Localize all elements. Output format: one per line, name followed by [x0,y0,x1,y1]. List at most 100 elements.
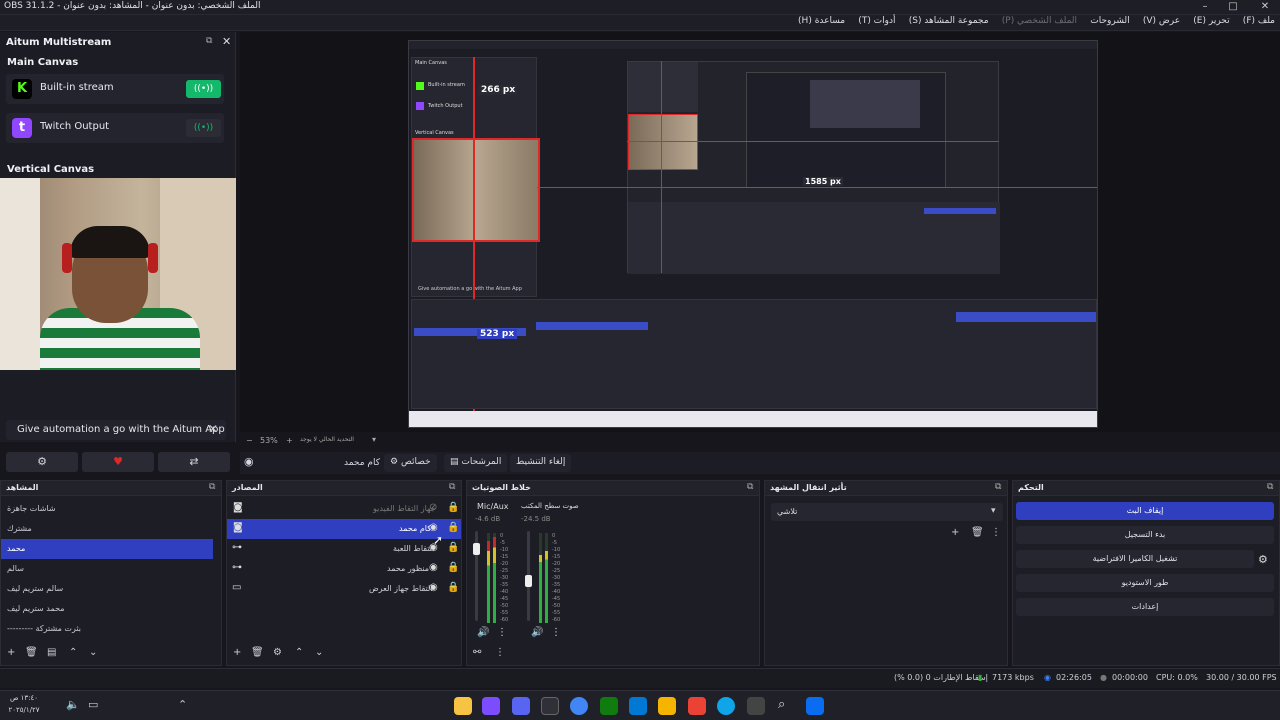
properties-button[interactable]: ⚙ خصائص [384,454,437,472]
zoom-out-icon[interactable]: − [246,436,253,445]
filters-button[interactable]: ▤ المرشحات [444,454,508,472]
menu-scene-collection[interactable]: مجموعة المشاهد (S) [904,15,994,27]
stream-toggle-button[interactable]: ((•)) [186,80,221,98]
lock-icon[interactable]: 🔒 [447,522,459,533]
app-icon[interactable] [747,697,765,715]
menu-view[interactable]: عرض (V) [1138,15,1185,27]
eye-icon[interactable]: ◉ [429,522,438,533]
scene-item[interactable]: --------- بثرت مشتركة [1,619,213,639]
volume-slider-handle[interactable] [473,543,480,555]
add-icon[interactable]: + [7,647,15,658]
stop-streaming-button[interactable]: إيقاف البث [1016,502,1274,520]
zoom-in-icon[interactable]: + [286,436,293,445]
aitum-share-button[interactable]: ⇄ [158,452,230,472]
eye-icon[interactable]: ◉ [429,562,438,573]
float-icon[interactable]: ⧉ [1267,482,1273,492]
windows-start-icon[interactable] [806,697,824,715]
float-icon[interactable]: ⧉ [209,482,215,492]
deactivate-button[interactable]: إلغاء التنشيط [510,454,572,472]
source-item[interactable]: ◙ جهاز التقاط الفيديو ⊘ 🔒 [227,499,461,519]
app-icon[interactable] [482,697,500,715]
volume-slider-handle[interactable] [525,575,532,587]
float-icon[interactable]: ⧉ [206,36,212,46]
source-item[interactable]: ⊶ التقاط اللعبة ◉ 🔒 [227,539,461,559]
menu-tools[interactable]: أدوات (T) [853,15,900,27]
chevron-down-icon[interactable]: ▾ [372,435,376,444]
settings-button[interactable]: إعدادات [1016,598,1274,616]
aitum-donate-button[interactable]: ♥ [82,452,154,472]
discord-icon[interactable] [512,697,530,715]
network-icon[interactable]: ▭ [88,698,98,711]
lock-icon[interactable]: 🔒 [447,562,459,573]
inner-webcam [412,138,540,242]
more-options-icon[interactable]: ⋮ [497,627,507,638]
close-dock-icon[interactable]: ✕ [222,35,231,48]
more-options-icon[interactable]: ⋮ [495,647,505,658]
menu-docks[interactable]: الشروحات [1085,15,1134,27]
scene-item[interactable]: سالم ستريم ليف [1,579,213,599]
source-item[interactable]: ⊶ منظور محمد ◉ 🔒 [227,559,461,579]
preview-screen-capture: Main Canvas Built-in stream Twitch Outpu… [408,40,1098,428]
gear-icon: ⚙ [37,455,47,468]
eye-icon[interactable]: ◉ [429,582,438,593]
close-icon[interactable]: ✕ [1256,1,1274,14]
gear-icon[interactable]: ⚙ [273,647,282,658]
chevron-up-icon[interactable]: ⌃ [178,698,187,711]
float-icon[interactable]: ⧉ [449,482,455,492]
scene-item[interactable]: شاشات جاهزة [1,499,213,519]
more-options-icon[interactable]: ⋮ [991,527,1001,538]
folder-icon[interactable] [658,697,676,715]
trash-icon[interactable]: 🗑 [971,527,984,538]
float-icon[interactable]: ⧉ [747,482,753,492]
speaker-icon[interactable]: 🔊 [477,627,489,638]
app-icon[interactable] [454,697,472,715]
chrome-icon[interactable] [570,697,588,715]
more-options-icon[interactable]: ⋮ [551,627,561,638]
scene-item[interactable]: محمد ستريم ليف [1,599,213,619]
add-icon[interactable]: + [951,527,959,538]
link-icon[interactable]: ⚯ [473,647,481,658]
menu-profile[interactable]: الملف الشخصي (P) [997,15,1082,27]
source-item[interactable]: ▭ التقاط جهاز العرض ◉ 🔒 [227,579,461,599]
move-up-icon[interactable]: ⌃ [295,647,303,658]
lock-icon[interactable]: 🔒 [447,582,459,593]
source-item[interactable]: ◙ كام محمد ◉ 🔒 [227,519,461,539]
move-down-icon[interactable]: ⌄ [89,647,97,658]
gear-icon[interactable]: ⚙ [1258,553,1268,566]
float-icon[interactable]: ⧉ [995,482,1001,492]
menu-file[interactable]: ملف (F) [1238,15,1280,27]
speaker-icon[interactable]: 🔊 [531,627,543,638]
volume-icon[interactable]: 🔈 [66,698,80,711]
scene-item[interactable]: سالم [1,559,213,579]
store-icon[interactable] [629,697,647,715]
start-virtual-camera-button[interactable]: تشغيل الكاميرا الافتراضية [1016,550,1254,568]
scene-item[interactable]: مشترك [1,519,213,539]
filter-icon[interactable]: ▤ [47,647,56,658]
minimize-icon[interactable]: – [1196,1,1214,14]
trash-icon[interactable]: 🗑 [25,647,38,658]
move-up-icon[interactable]: ⌃ [69,647,77,658]
trash-icon[interactable]: 🗑 [251,647,264,658]
xbox-icon[interactable] [600,697,618,715]
menu-help[interactable]: مساعدة (H) [793,15,850,27]
stream-toggle-button[interactable]: ((•)) [186,119,221,137]
maximize-icon[interactable]: □ [1224,1,1242,14]
app-icon[interactable] [688,697,706,715]
stream-icon: ◉ [1044,673,1051,682]
edge-icon[interactable] [717,697,735,715]
aitum-settings-button[interactable]: ⚙ [6,452,78,472]
move-down-icon[interactable]: ⌄ [315,647,323,658]
close-promo-icon[interactable]: ✕ [208,422,218,436]
eye-hidden-icon[interactable]: ⊘ [429,502,437,513]
menu-edit[interactable]: تحرير (E) [1188,15,1234,27]
lock-icon[interactable]: 🔒 [447,542,459,553]
transition-select[interactable]: تلاشي ▾ [771,503,1003,521]
scene-item[interactable]: محمد [1,539,213,559]
start-recording-button[interactable]: بدء التسجيل [1016,526,1274,544]
search-icon[interactable]: ⌕ [778,697,785,712]
studio-mode-button[interactable]: طور الاستوديو [1016,574,1274,592]
add-icon[interactable]: + [233,647,241,658]
lock-icon[interactable]: 🔒 [447,502,459,513]
scenes-title: المشاهد [6,483,39,492]
obs-icon[interactable] [541,697,559,715]
